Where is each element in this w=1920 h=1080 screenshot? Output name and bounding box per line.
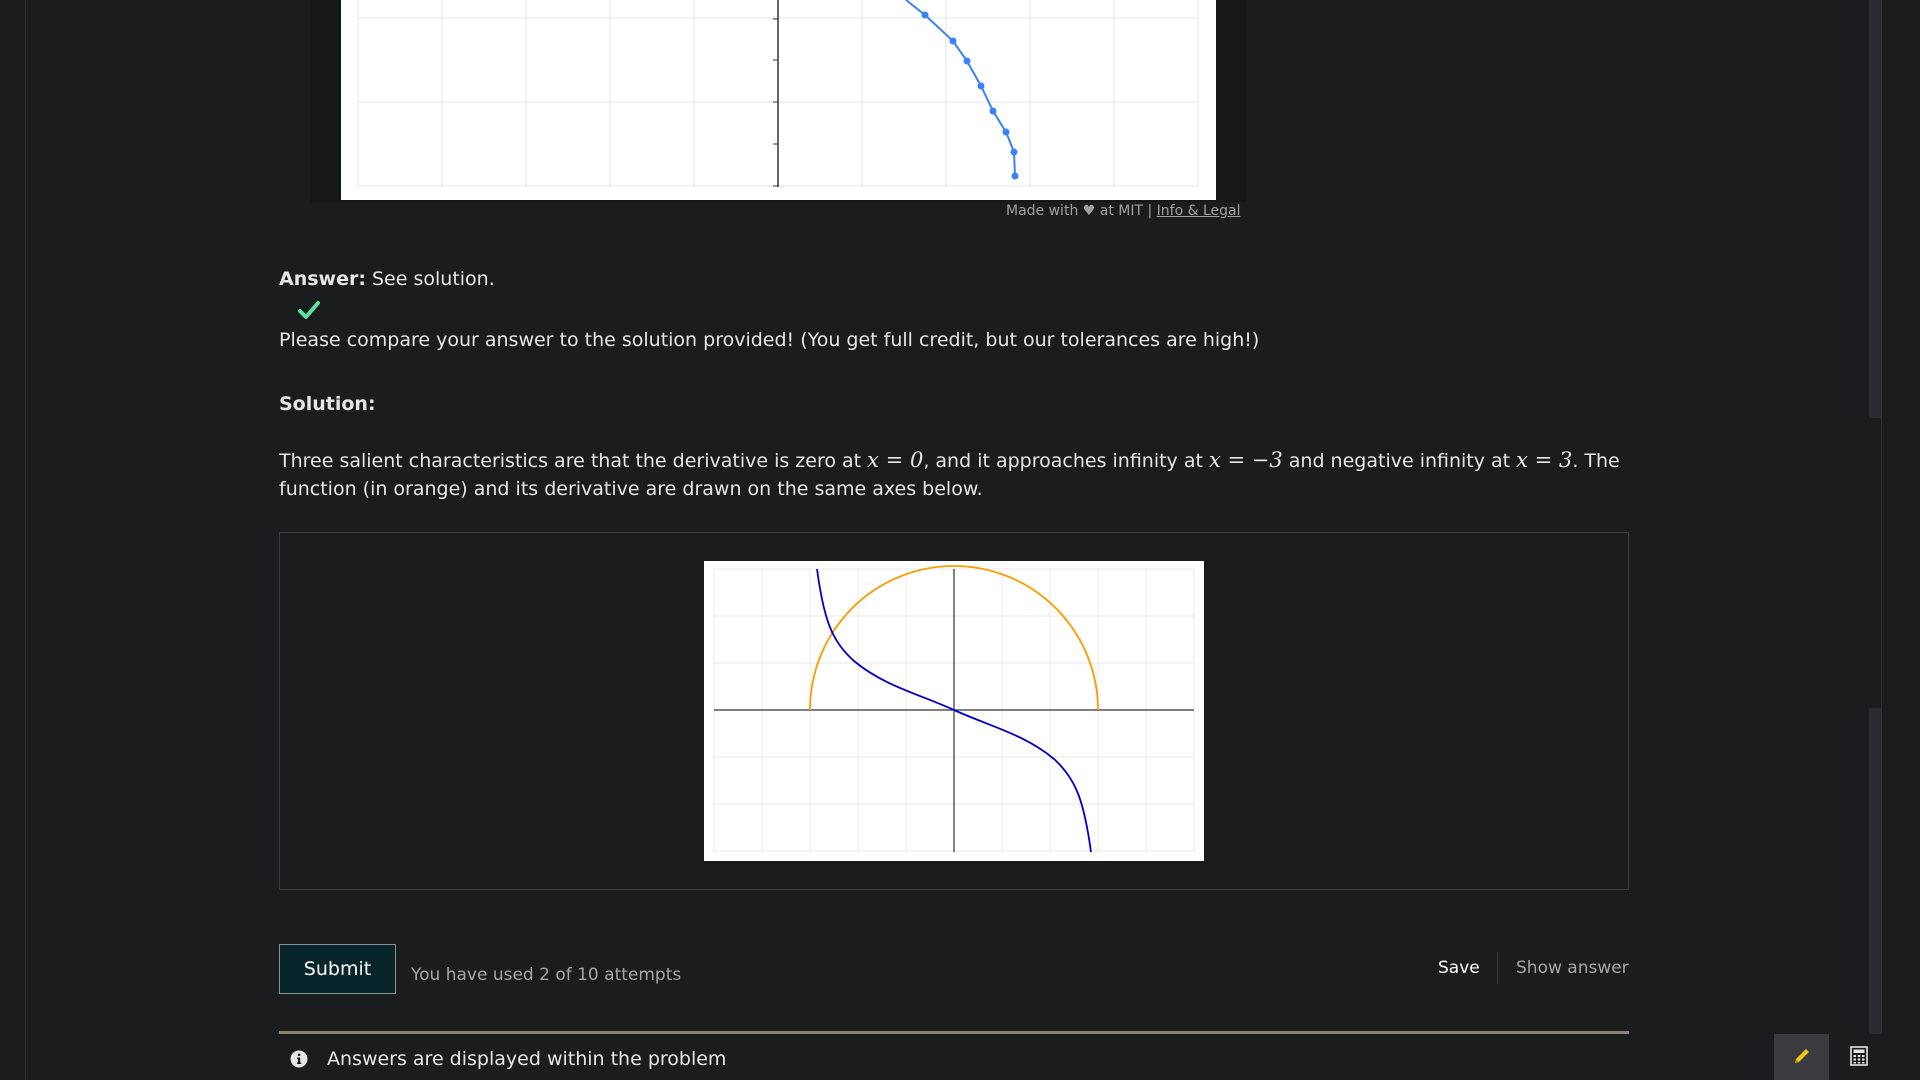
math-expression: x = −3 bbox=[1208, 448, 1283, 472]
answer-line: Answer: See solution. bbox=[279, 268, 1629, 290]
math-expression: x = 3 bbox=[1516, 448, 1573, 472]
sketch-point[interactable] bbox=[921, 11, 929, 19]
show-answer-button[interactable]: Show answer bbox=[1506, 958, 1639, 978]
scrollbar-thumb[interactable] bbox=[1869, 0, 1881, 418]
action-divider bbox=[1497, 952, 1498, 984]
answer-text: See solution. bbox=[365, 268, 495, 290]
sketch-point[interactable] bbox=[1010, 148, 1018, 156]
scrollbar-thumb-lower[interactable] bbox=[1869, 708, 1881, 1080]
solution-text: Three salient characteristics are that t… bbox=[279, 446, 1639, 503]
pencil-tool-button[interactable] bbox=[1774, 1034, 1829, 1080]
solution-graph bbox=[704, 561, 1204, 861]
math-expression: x = 0 bbox=[867, 448, 924, 472]
notice-text: Answers are displayed within the problem bbox=[327, 1048, 727, 1070]
sketch-point[interactable] bbox=[1011, 172, 1019, 180]
pencil-icon bbox=[1794, 1048, 1809, 1063]
feedback-message: Please compare your answer to the soluti… bbox=[279, 329, 1260, 351]
attempts-text: You have used 2 of 10 attempts bbox=[411, 965, 682, 985]
sketch-canvas[interactable] bbox=[341, 0, 1216, 200]
info-legal-link[interactable]: Info & Legal bbox=[1157, 203, 1241, 219]
sketch-point[interactable] bbox=[1002, 128, 1010, 136]
calculator-icon bbox=[1850, 1045, 1868, 1066]
sketch-point[interactable] bbox=[963, 57, 971, 65]
sketch-y-axis bbox=[773, 0, 779, 187]
solution-text-part: Three salient characteristics are that t… bbox=[279, 450, 868, 472]
sketch-point[interactable] bbox=[989, 107, 997, 115]
sketch-footer: Made with ♥ at MIT | Info & Legal bbox=[1006, 203, 1241, 219]
checkmark-icon bbox=[298, 301, 320, 319]
solution-text-part: , and it approaches infinity at bbox=[923, 450, 1209, 472]
notice-bar bbox=[279, 1031, 1629, 1034]
calculator-tool-button[interactable] bbox=[1833, 1034, 1885, 1080]
submit-button[interactable]: Submit bbox=[279, 944, 396, 994]
sketch-curve[interactable] bbox=[905, 0, 1016, 177]
scrollbar[interactable] bbox=[1869, 0, 1881, 1080]
solution-text-part: and negative infinity at bbox=[1282, 450, 1517, 472]
save-button[interactable]: Save bbox=[1428, 958, 1490, 978]
solution-heading: Solution: bbox=[279, 393, 376, 415]
made-with-text: Made with ♥ at MIT | bbox=[1006, 203, 1153, 219]
info-icon bbox=[290, 1050, 308, 1068]
sketch-point[interactable] bbox=[977, 82, 985, 90]
answer-label: Answer: bbox=[279, 268, 366, 290]
sketch-graph[interactable] bbox=[341, 0, 1216, 200]
solution-graph-svg bbox=[713, 565, 1195, 853]
sketch-points[interactable] bbox=[921, 11, 1019, 180]
sketch-point[interactable] bbox=[949, 37, 957, 45]
